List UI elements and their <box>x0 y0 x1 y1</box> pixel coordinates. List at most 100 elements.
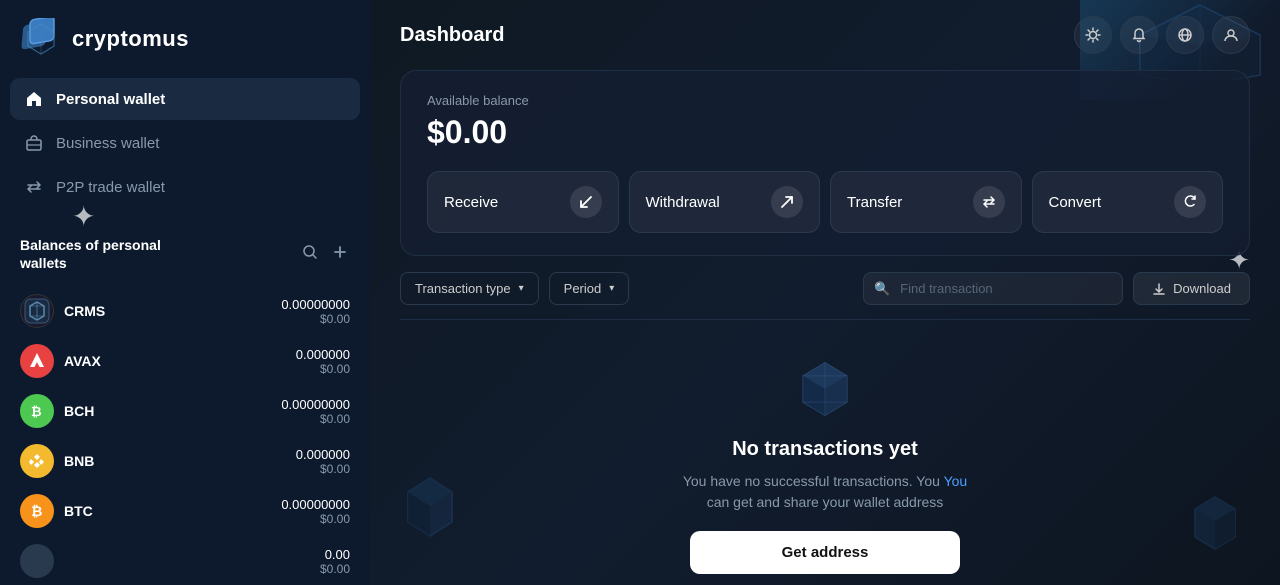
coin-icon-crms <box>20 294 54 328</box>
svg-text:₿: ₿ <box>31 404 42 419</box>
wallets-header: Balances of personalwallets <box>20 236 350 272</box>
coin-amount-bch: 0.00000000 <box>281 397 350 412</box>
coin-values-avax: 0.000000 $0.00 <box>296 347 350 376</box>
period-filter[interactable]: Period ▾ <box>549 272 630 305</box>
empty-description: You have no successful transactions. You… <box>683 471 967 513</box>
coin-name-crms: CRMS <box>64 303 271 319</box>
transaction-filters: Transaction type ▾ Period ▾ 🔍 Download <box>400 272 1250 320</box>
transaction-type-filter[interactable]: Transaction type ▾ <box>400 272 539 305</box>
balance-amount: $0.00 <box>427 114 1223 151</box>
empty-desc-line1: You have no successful transactions. You <box>683 473 940 489</box>
coin-values-bch: 0.00000000 $0.00 <box>281 397 350 426</box>
coin-amount-btc: 0.00000000 <box>281 497 350 512</box>
coin-name-btc: BTC <box>64 503 271 519</box>
transfer-label: Transfer <box>847 194 902 211</box>
period-label: Period <box>564 281 602 296</box>
coin-values-unknown: 0.00 $0.00 <box>320 547 350 576</box>
withdrawal-icon <box>771 186 803 218</box>
coin-usd-avax: $0.00 <box>296 362 350 376</box>
coin-list: CRMS 0.00000000 $0.00 AVAX 0.000000 $0.0… <box>20 286 350 585</box>
add-wallet-button[interactable] <box>330 242 350 267</box>
list-item[interactable]: 0.00 $0.00 <box>20 536 350 585</box>
get-address-label: Get address <box>782 544 869 561</box>
app-name: cryptomus <box>72 26 189 52</box>
coin-values-crms: 0.00000000 $0.00 <box>281 297 350 326</box>
get-address-button[interactable]: Get address <box>690 531 960 574</box>
nav-label-business: Business wallet <box>56 135 159 152</box>
coin-usd-crms: $0.00 <box>281 312 350 326</box>
list-item[interactable]: ₿ BTC 0.00000000 $0.00 <box>20 486 350 536</box>
coin-name-avax: AVAX <box>64 353 286 369</box>
main-header: Dashboard <box>370 0 1280 70</box>
action-buttons: Receive Withdrawal Trans <box>427 171 1223 233</box>
coin-values-bnb: 0.000000 $0.00 <box>296 447 350 476</box>
star-decoration-left: ✦ <box>72 200 95 233</box>
coin-amount-avax: 0.000000 <box>296 347 350 362</box>
coin-usd-bch: $0.00 <box>281 412 350 426</box>
coin-amount-unknown: 0.00 <box>320 547 350 562</box>
transfer-icon <box>973 186 1005 218</box>
header-icons <box>1074 16 1250 54</box>
download-label: Download <box>1173 281 1231 296</box>
wallets-title: Balances of personalwallets <box>20 236 161 272</box>
balance-label: Available balance <box>427 93 1223 108</box>
transfer-icon <box>24 177 44 197</box>
briefcase-icon <box>24 133 44 153</box>
coin-icon-unknown <box>20 544 54 578</box>
coin-name-bnb: BNB <box>64 453 286 469</box>
coin-amount-bnb: 0.000000 <box>296 447 350 462</box>
sidebar-item-business-wallet[interactable]: Business wallet <box>10 122 360 164</box>
transfer-button[interactable]: Transfer <box>830 171 1022 233</box>
coin-usd-unknown: $0.00 <box>320 562 350 576</box>
withdrawal-button[interactable]: Withdrawal <box>629 171 821 233</box>
download-button[interactable]: Download <box>1133 272 1250 305</box>
bell-icon-button[interactable] <box>1120 16 1158 54</box>
convert-button[interactable]: Convert <box>1032 171 1224 233</box>
coin-name-bch: BCH <box>64 403 271 419</box>
list-item[interactable]: BNB 0.000000 $0.00 <box>20 436 350 486</box>
main-content: Dashboard <box>370 0 1280 585</box>
user-icon-button[interactable] <box>1212 16 1250 54</box>
home-icon <box>24 89 44 109</box>
globe-icon-button[interactable] <box>1166 16 1204 54</box>
sidebar-item-personal-wallet[interactable]: Personal wallet <box>10 78 360 120</box>
nav-menu: Personal wallet Business wallet P2P trad… <box>0 78 370 208</box>
coin-icon-bnb <box>20 444 54 478</box>
receive-button[interactable]: Receive <box>427 171 619 233</box>
coin-icon-avax <box>20 344 54 378</box>
dashboard-card: Available balance $0.00 Receive Withdraw… <box>400 70 1250 256</box>
empty-desc-line2: can get and share your wallet address <box>707 494 944 510</box>
brightness-icon-button[interactable] <box>1074 16 1112 54</box>
page-title: Dashboard <box>400 24 504 47</box>
list-item[interactable]: AVAX 0.000000 $0.00 <box>20 336 350 386</box>
list-item[interactable]: ₿ BCH 0.00000000 $0.00 <box>20 386 350 436</box>
svg-text:₿: ₿ <box>31 503 42 519</box>
coin-usd-btc: $0.00 <box>281 512 350 526</box>
coin-icon-btc: ₿ <box>20 494 54 528</box>
convert-label: Convert <box>1049 194 1102 211</box>
wallets-section: Balances of personalwallets <box>0 216 370 585</box>
chevron-down-icon: ▾ <box>519 283 524 294</box>
logo-area: cryptomus <box>0 0 370 78</box>
nav-label-p2p: P2P trade wallet <box>56 179 165 196</box>
list-item[interactable]: CRMS 0.00000000 $0.00 <box>20 286 350 336</box>
search-icon: 🔍 <box>874 281 890 297</box>
logo-icon <box>20 18 62 60</box>
empty-title: No transactions yet <box>732 438 918 461</box>
coin-icon-bch: ₿ <box>20 394 54 428</box>
coin-usd-bnb: $0.00 <box>296 462 350 476</box>
coin-amount-crms: 0.00000000 <box>281 297 350 312</box>
search-wallets-button[interactable] <box>300 242 320 267</box>
receive-label: Receive <box>444 194 498 211</box>
search-input[interactable] <box>863 272 1123 305</box>
empty-state: No transactions yet You have no successf… <box>400 334 1250 585</box>
coin-values-btc: 0.00000000 $0.00 <box>281 497 350 526</box>
nav-label-personal: Personal wallet <box>56 91 165 108</box>
sidebar-item-p2p-wallet[interactable]: P2P trade wallet <box>10 166 360 208</box>
transaction-type-label: Transaction type <box>415 281 511 296</box>
convert-icon <box>1174 186 1206 218</box>
empty-desc-highlight: You <box>944 473 968 489</box>
search-box: 🔍 <box>863 272 1123 305</box>
empty-cube-illustration <box>790 354 860 424</box>
sidebar: cryptomus Personal wallet Business walle… <box>0 0 370 585</box>
